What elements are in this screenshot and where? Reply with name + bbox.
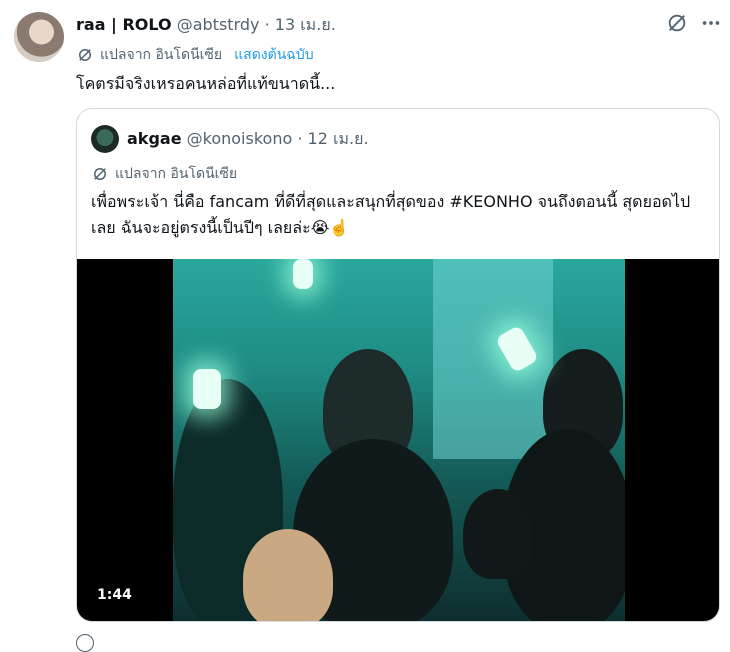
quoted-author-handle[interactable]: @konoiskono (187, 129, 293, 148)
translate-icon (94, 168, 106, 180)
tweet-header: raa | ROLO @abtstrdy · 13 เม.ย. (76, 15, 336, 34)
translation-notice: แปลจาก อินโดนีเซีย แสดงต้นฉบับ (76, 44, 314, 66)
video-duration: 1:44 (91, 585, 138, 605)
quoted-tweet-date[interactable]: 12 เม.ย. (308, 129, 369, 148)
reply-icon[interactable] (76, 634, 94, 652)
translated-from-label: แปลจาก อินโดนีเซีย (100, 47, 223, 63)
quoted-tweet-header: akgae @konoiskono · 12 เม.ย. (127, 129, 369, 148)
tweet-text: โคตรมีจริงเหรอคนหล่อที่แท้ขนาดนี้... (76, 74, 336, 93)
author-handle[interactable]: @abtstrdy (177, 15, 260, 34)
grok-icon[interactable] (666, 12, 688, 34)
tweet-date[interactable]: 13 เม.ย. (275, 15, 336, 34)
quoted-author-display-name[interactable]: akgae (127, 129, 182, 148)
quoted-translated-from-label: แปลจาก อินโดนีเซีย (115, 166, 238, 182)
translate-icon (79, 49, 91, 61)
quoted-author-avatar[interactable] (91, 125, 119, 153)
video-thumbnail (173, 259, 625, 621)
author-display-name[interactable]: raa | ROLO (76, 15, 172, 34)
more-icon[interactable] (700, 12, 722, 34)
quoted-tweet-text: เพื่อพระเจ้า นี่คือ fancam ที่ดีที่สุดแล… (91, 192, 691, 237)
author-avatar[interactable] (14, 12, 64, 62)
quoted-tweet[interactable]: akgae @konoiskono · 12 เม.ย. แปลจาก อินโ… (76, 108, 720, 622)
video-player[interactable]: 1:44 (77, 259, 719, 621)
show-original-link[interactable]: แสดงต้นฉบับ (234, 44, 313, 66)
quoted-translation-notice: แปลจาก อินโดนีเซีย (91, 163, 237, 185)
